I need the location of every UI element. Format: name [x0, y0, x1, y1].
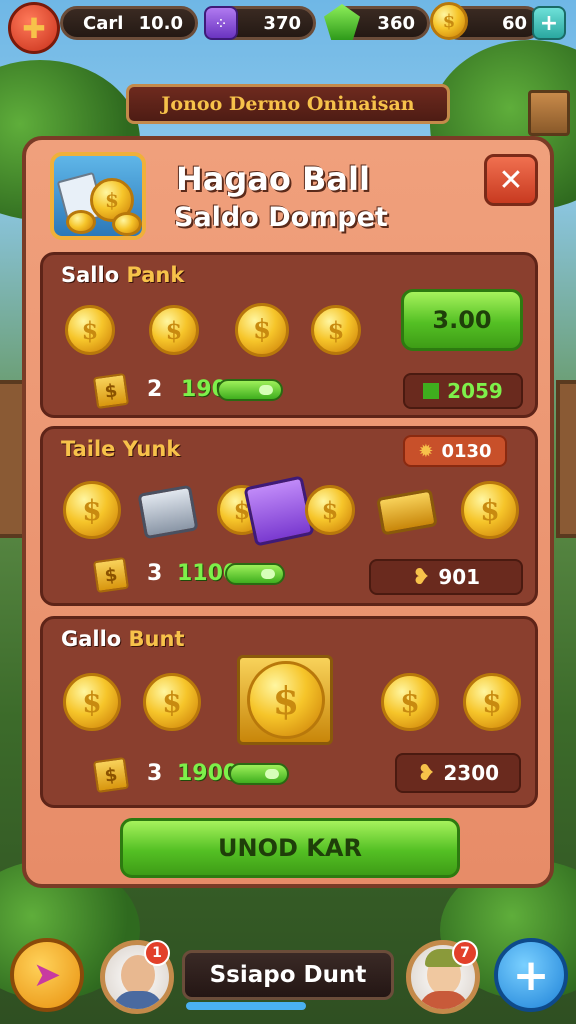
- panel-subtitle: Saldo Dompet: [174, 202, 388, 233]
- section-2-count: 3: [147, 561, 163, 586]
- green-block-icon: [423, 383, 440, 399]
- resource-currency-1: Carl 10.0: [60, 6, 198, 40]
- progress-knob: [261, 569, 275, 579]
- gold-coin-icon: $: [63, 481, 121, 539]
- resource-4-value: 60: [501, 12, 527, 34]
- section-2-amount-value: 901: [438, 565, 481, 589]
- bottom-bar: ➤ 1 Ssiapo Dunt 7 +: [0, 930, 576, 1024]
- notification-badge-right: 7: [452, 940, 478, 966]
- home-button[interactable]: ✚: [8, 2, 60, 54]
- section-3-amount-value: 2300: [443, 761, 500, 785]
- gold-coin-icon: $: [463, 673, 521, 731]
- reward-section-2: Taile Yunk ✹ 0130 $ $ $ $ $ 3 1100 ❥ 901: [40, 426, 538, 606]
- section-3-title: Gallo Bunt: [61, 627, 185, 651]
- progress-knob: [265, 769, 279, 779]
- resource-1-label: Carl: [83, 12, 124, 34]
- ticket-icon: $: [92, 372, 130, 410]
- resource-2-value: 370: [263, 12, 301, 34]
- section-3-amount: ❥ 2300: [395, 753, 521, 793]
- add-button[interactable]: +: [494, 938, 568, 1012]
- main-action-button[interactable]: UNOD KAR: [120, 818, 460, 878]
- main-action-button-label: UNOD KAR: [218, 834, 362, 862]
- gold-coin-icon: $: [305, 485, 355, 535]
- gold-bar-icon: [376, 488, 438, 536]
- top-resource-bar: ✚ Carl 10.0 370 ⁘ 360 60 $ +: [0, 0, 576, 54]
- event-banner: Jonoo Dermo Oninaisan: [126, 84, 450, 124]
- gold-coin-icon: $: [235, 303, 289, 357]
- wallet-panel: $ Hagao Ball Saldo Dompet ✕ Sallo Pank $…: [22, 136, 554, 888]
- reward-section-1: Sallo Pank $ $ $ $ 3.00 $ 2 190 2059: [40, 252, 538, 418]
- section-2-progress-bar: [225, 563, 285, 585]
- add-currency-button[interactable]: +: [532, 6, 566, 40]
- panel-title: Hagao Ball: [176, 160, 370, 198]
- claim-button-1[interactable]: 3.00: [401, 289, 523, 351]
- plus-icon: +: [512, 949, 550, 1001]
- coin-pile-icon: [66, 210, 96, 234]
- player-level-bar: [186, 1002, 306, 1010]
- section-1-title: Sallo Pank: [61, 263, 184, 287]
- section-3-title-highlight: Bunt: [128, 627, 185, 651]
- gold-coin-icon: $: [149, 305, 199, 355]
- big-gold-coin-icon: $: [247, 661, 325, 739]
- resource-3-value: 360: [377, 12, 415, 34]
- section-1-amount-value: 2059: [447, 379, 503, 403]
- section-1-progress-bar: [217, 379, 283, 401]
- section-3-count: 3: [147, 761, 163, 786]
- wooden-crate-icon: [528, 90, 570, 136]
- reward-section-3: Gallo Bunt $ $ $ $ $ $ 3 1900 ❥ 2300: [40, 616, 538, 808]
- section-2-amount: ❥ 901: [369, 559, 523, 595]
- claim-button-1-label: 3.00: [432, 306, 492, 334]
- section-3-title-part: Gallo: [61, 627, 129, 651]
- close-button[interactable]: ✕: [484, 154, 538, 206]
- section-2-badge: ✹ 0130: [403, 435, 507, 467]
- progress-knob: [259, 385, 273, 395]
- section-1-amount: 2059: [403, 373, 523, 409]
- notification-badge-left: 1: [144, 940, 170, 966]
- gold-coin-icon: $: [461, 481, 519, 539]
- back-arrow-button[interactable]: ➤: [10, 938, 84, 1012]
- resource-1-value: 10.0: [138, 12, 183, 34]
- gold-coin-icon: $: [430, 2, 468, 40]
- section-2-badge-value: 0130: [441, 440, 492, 462]
- player-name-plate: Ssiapo Dunt: [182, 950, 394, 1000]
- gold-coin-icon: $: [311, 305, 361, 355]
- purple-dice-icon: ⁘: [204, 6, 238, 40]
- gold-heart-icon: ❥: [411, 564, 431, 590]
- gold-coin-icon: $: [63, 673, 121, 731]
- silver-card-icon: [137, 484, 199, 540]
- gold-coin-icon: $: [65, 305, 115, 355]
- close-icon: ✕: [498, 162, 524, 198]
- gear-coin-icon: ✹: [418, 440, 434, 462]
- purple-card-icon: [243, 475, 315, 547]
- section-1-title-highlight: Pank: [126, 263, 185, 287]
- avatar-body: [113, 991, 163, 1009]
- gold-heart-icon: ❥: [416, 760, 436, 786]
- section-2-title: Taile Yunk: [61, 437, 181, 461]
- avatar-body: [419, 991, 469, 1009]
- ticket-icon: $: [92, 556, 130, 594]
- gold-coin-icon: $: [143, 673, 201, 731]
- coin-pile-icon: [112, 212, 142, 236]
- section-1-title-part: Sallo: [61, 263, 127, 287]
- gold-coin-icon: $: [381, 673, 439, 731]
- section-3-progress-bar: [229, 763, 289, 785]
- treasure-avatar: $: [50, 152, 146, 240]
- section-1-count: 2: [147, 377, 163, 402]
- ticket-icon: $: [92, 756, 130, 794]
